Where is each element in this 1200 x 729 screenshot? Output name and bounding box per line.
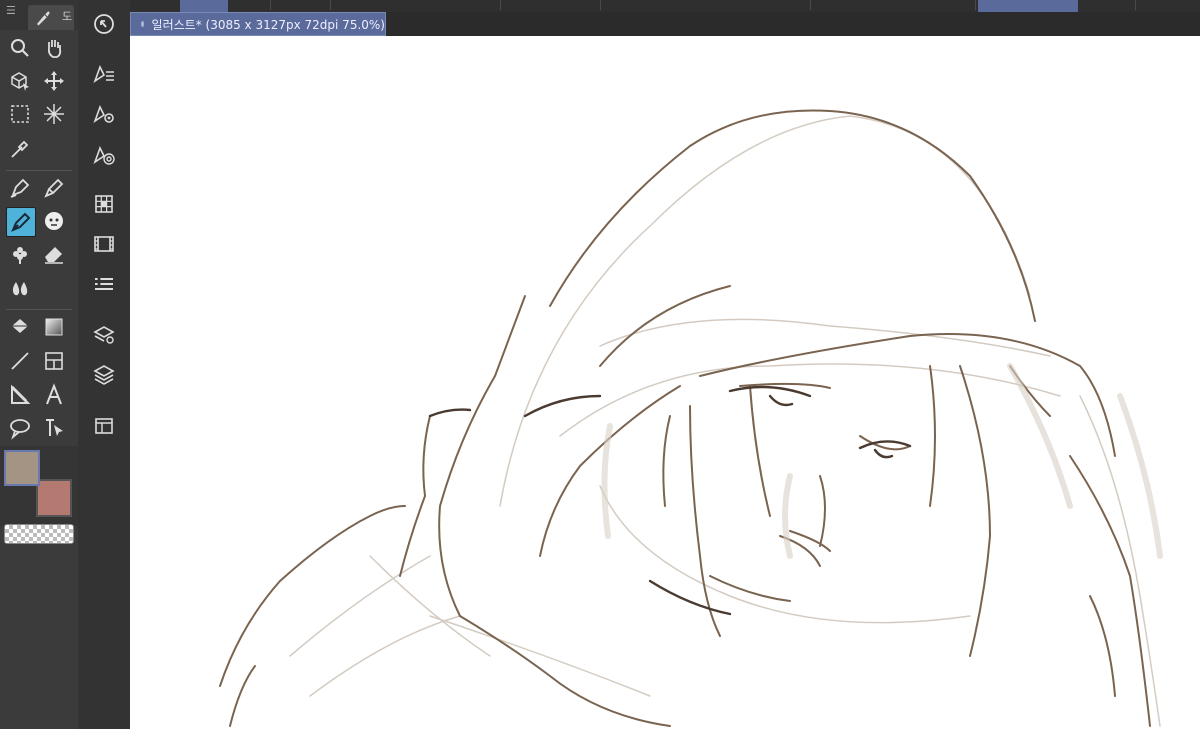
zoom-tool[interactable] (6, 34, 34, 62)
color-set-icon (95, 195, 113, 213)
ruler-tool[interactable] (6, 381, 34, 409)
layer-search-icon (93, 326, 115, 344)
tool-property-icon (93, 64, 114, 84)
toolbar-button-highlight[interactable] (180, 0, 228, 12)
material-icon (95, 418, 113, 434)
tab-label: 도 (62, 10, 73, 23)
navigator-button[interactable] (90, 10, 118, 38)
layer-icon (93, 365, 115, 385)
frame-tool[interactable] (40, 347, 68, 375)
zoom-icon (11, 39, 29, 57)
correct-line-tool[interactable] (40, 414, 68, 442)
sub-color-swatch[interactable] (36, 479, 72, 517)
balloon-tool[interactable] (6, 414, 34, 442)
timeline-button[interactable] (90, 230, 118, 258)
ruler-icon (10, 384, 31, 404)
navigator-icon (94, 14, 114, 34)
fill-tool[interactable] (6, 313, 34, 341)
text-tool[interactable] (40, 381, 68, 409)
airbrush-icon (45, 212, 63, 230)
sketch-artwork (219, 109, 1163, 727)
layer-button[interactable] (90, 360, 118, 388)
tool-property-button[interactable] (90, 60, 118, 88)
material-button[interactable] (90, 412, 118, 440)
layer-search-button[interactable] (90, 320, 118, 348)
document-title: 일러스트* (3085 x 3127px 72dpi 75.0%) (151, 17, 385, 32)
rect-select-icon (11, 105, 29, 123)
eyedropper-icon (11, 140, 29, 158)
layer-property-icon (95, 277, 113, 290)
text-icon (46, 383, 62, 405)
tool-divider (6, 170, 72, 171)
document-tab[interactable]: 일러스트* (3085 x 3127px 72dpi 75.0%) (130, 12, 386, 36)
main-color-swatch[interactable] (4, 450, 40, 486)
sub-tool-detail-icon (93, 104, 114, 124)
gradient-tool[interactable] (40, 313, 68, 341)
sub-tool-detail-button[interactable] (90, 100, 118, 128)
tool-divider (6, 309, 72, 310)
panel-tabs: ☰ 도 (0, 0, 78, 30)
move-icon (44, 71, 64, 91)
document-dot-icon (141, 21, 144, 27)
brush-size-button[interactable] (90, 141, 118, 169)
gradient-icon (45, 318, 63, 336)
eraser-tool[interactable] (40, 240, 68, 268)
move-tool[interactable] (40, 67, 68, 95)
object-select-icon (11, 72, 29, 91)
blend-tool[interactable] (6, 274, 34, 302)
airbrush-tool[interactable] (40, 207, 68, 235)
eyedropper-tool[interactable] (6, 135, 34, 163)
timeline-icon (94, 236, 114, 252)
blend-icon (12, 282, 28, 296)
frame-icon (45, 352, 63, 370)
hand-icon (47, 40, 62, 58)
brush-tab-icon (37, 11, 50, 26)
auto-select-tool[interactable] (40, 100, 68, 128)
brush-icon (11, 212, 31, 232)
magic-wand-icon (44, 104, 64, 124)
fill-icon (12, 319, 28, 333)
side-command-bar (78, 0, 130, 729)
balloon-icon (10, 419, 30, 440)
brush-size-icon (93, 145, 115, 165)
line-icon (11, 352, 29, 370)
drawing-canvas[interactable] (130, 36, 1200, 729)
object-tool[interactable] (6, 67, 34, 95)
pen-icon (10, 178, 30, 198)
correct-line-icon (46, 419, 63, 436)
brush-tool[interactable] (6, 207, 36, 237)
tool-panel: ☰ 도 (0, 0, 79, 729)
top-toolbar (130, 0, 1200, 12)
layer-property-button[interactable] (90, 270, 118, 298)
toolbar-button-mode[interactable] (978, 0, 1078, 12)
pencil-tool[interactable] (40, 174, 68, 202)
hand-tool[interactable] (40, 34, 68, 62)
decoration-icon (13, 247, 27, 264)
eraser-icon (45, 247, 63, 264)
selection-tool[interactable] (6, 100, 34, 128)
document-tab-bar: 일러스트* (3085 x 3127px 72dpi 75.0%) (130, 12, 1200, 36)
decoration-tool[interactable] (6, 240, 34, 268)
tab-tools[interactable]: 도 (28, 5, 74, 30)
figure-tool[interactable] (6, 347, 34, 375)
pencil-icon (44, 178, 64, 198)
color-set-button[interactable] (90, 190, 118, 218)
pen-tool[interactable] (6, 174, 34, 202)
menu-icon[interactable]: ☰ (6, 4, 16, 17)
transparent-color-swatch[interactable] (4, 524, 74, 544)
